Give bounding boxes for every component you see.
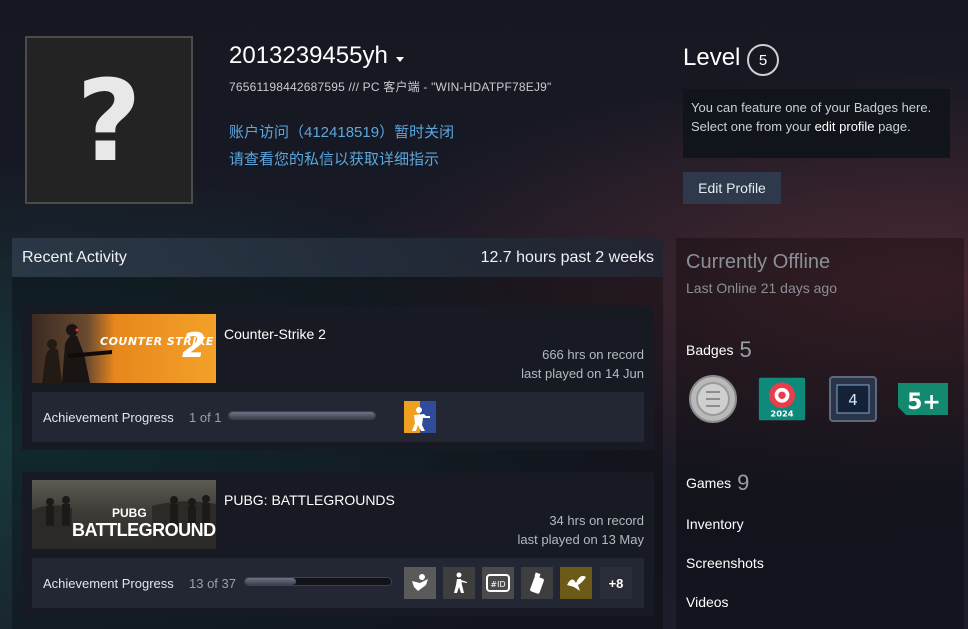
last-online: Last Online 21 days ago: [686, 280, 837, 296]
pubg-logo-text: BATTLEGROUNDS: [72, 520, 216, 540]
chevron-down-icon[interactable]: [395, 56, 404, 62]
silver-coin-badge-icon: [689, 375, 737, 423]
badges-label: Badges: [686, 342, 734, 358]
recent-activity-hours: 12.7 hours past 2 weeks: [480, 249, 654, 266]
achievement-progress-row[interactable]: Achievement Progress 13 of 37 #ID +8: [32, 558, 644, 608]
svg-text:#ID: #ID: [490, 580, 505, 589]
screenshots-link[interactable]: Screenshots: [686, 555, 764, 571]
edit-profile-button[interactable]: Edit Profile: [683, 172, 781, 204]
game-card-pubg: PUBG BATTLEGROUNDS PUBG: BATTLEGROUNDS 3…: [22, 472, 654, 616]
level-label: Level: [683, 44, 741, 71]
badges-link[interactable]: Badges 5: [686, 337, 752, 363]
badge-years-text: 5+: [907, 390, 941, 415]
game-name[interactable]: PUBG: BATTLEGROUNDS: [224, 492, 395, 508]
inventory-link[interactable]: Inventory: [686, 516, 744, 532]
id-tag-icon: #ID: [486, 574, 510, 592]
hours-on-record: 34 hrs on record: [549, 513, 644, 528]
games-link[interactable]: Games 9: [686, 470, 749, 496]
soldier-icon: [454, 572, 467, 593]
achievement-count: 1 of 1: [189, 410, 222, 425]
progress-fill: [229, 412, 375, 419]
level-badge-icon: 4: [829, 376, 877, 422]
badge-level-4[interactable]: 4: [828, 374, 878, 424]
games-label: Games: [686, 475, 732, 491]
achievement-progress-row[interactable]: Achievement Progress 1 of 1: [32, 392, 644, 442]
last-played: last played on 14 Jun: [521, 366, 644, 381]
game-capsule-pubg[interactable]: PUBG BATTLEGROUNDS: [32, 480, 216, 549]
achievement-icon-soldier[interactable]: [443, 567, 475, 599]
achievement-icon-dove[interactable]: [560, 567, 592, 599]
last-played: last played on 13 May: [517, 532, 644, 547]
game-card-cs2: COUNTER STRIKE 2 Counter-Strike 2 666 hr…: [22, 306, 654, 450]
level-value: 5: [758, 51, 768, 69]
achievement-icon-id-tag[interactable]: #ID: [482, 567, 514, 599]
steam-2024-badge-icon: 2024: [758, 377, 806, 421]
level-badge: 5: [747, 44, 779, 76]
badge-2024-text: 2024: [770, 409, 793, 419]
canister-icon: [530, 572, 544, 594]
progress-fill: [245, 578, 297, 585]
steam-id-info: 76561198442687595 /// PC 客户端 - "WIN-HDAT…: [229, 80, 552, 94]
avatar[interactable]: ?: [25, 36, 193, 204]
persona-name-text: 2013239455yh: [229, 42, 388, 69]
persona-name[interactable]: 2013239455yh: [229, 42, 404, 70]
online-status: Currently Offline: [686, 251, 831, 273]
more-achievements-button[interactable]: +8: [600, 567, 632, 599]
achievement-label: Achievement Progress: [43, 410, 174, 425]
achievement-icon-canister[interactable]: [521, 567, 553, 599]
achievement-progress-bar: [228, 411, 376, 420]
soldier-icon: [404, 401, 430, 433]
achievement-count: 13 of 37: [189, 576, 236, 591]
games-count: 9: [737, 470, 750, 495]
hint-text-2: page.: [874, 119, 911, 134]
pubg-logo-top: PUBG: [112, 506, 147, 520]
game-capsule-cs2[interactable]: COUNTER STRIKE 2: [32, 314, 216, 383]
cs2-logo-number: 2: [182, 326, 206, 366]
edit-profile-link[interactable]: edit profile: [815, 119, 875, 134]
achievement-icon-skydive[interactable]: [404, 567, 436, 599]
ban-instructions-link[interactable]: 请查看您的私信以获取详细指示: [229, 148, 439, 169]
hours-on-record: 666 hrs on record: [542, 347, 644, 362]
recent-activity-title[interactable]: Recent Activity: [22, 249, 127, 267]
badge-2024[interactable]: 2024: [757, 374, 807, 424]
videos-link[interactable]: Videos: [686, 594, 729, 610]
avatar-placeholder-glyph: ?: [76, 57, 142, 187]
badges-count: 5: [739, 337, 752, 362]
game-name[interactable]: Counter-Strike 2: [224, 326, 326, 342]
years-badge-icon: 5+: [898, 383, 948, 415]
achievement-label: Achievement Progress: [43, 576, 174, 591]
featured-badge-hint: You can feature one of your Badges here.…: [683, 89, 950, 158]
achievement-progress-bar: [244, 577, 392, 586]
dove-icon: [567, 575, 586, 591]
badge-level-text: 4: [848, 391, 858, 409]
skydiver-icon: [412, 574, 428, 591]
account-ban-notice[interactable]: 账户访问（412418519）暂时关闭: [229, 121, 454, 142]
achievement-icon-soldier[interactable]: [404, 401, 436, 433]
badge-years-of-service[interactable]: 5+: [896, 374, 950, 424]
badge-silver-coin[interactable]: [688, 374, 738, 424]
